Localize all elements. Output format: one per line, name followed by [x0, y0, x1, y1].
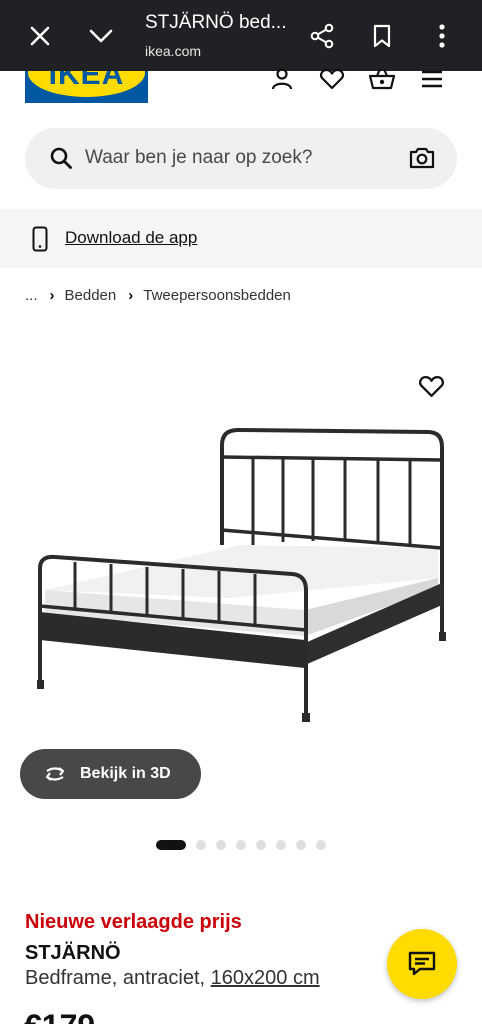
breadcrumb-ellipsis[interactable]: ...	[25, 287, 38, 304]
page-title: STJÄRNÖ bed...	[145, 12, 287, 33]
product-image[interactable]	[0, 330, 482, 750]
carousel-dot[interactable]	[156, 839, 186, 850]
breadcrumb-item-tweepersoonsbedden[interactable]: Tweepersoonsbedden	[143, 287, 291, 304]
carousel-indicator	[156, 839, 336, 850]
heart-icon[interactable]	[318, 66, 346, 92]
browser-toolbar: STJÄRNÖ bed... ikea.com	[0, 0, 482, 71]
app-download-banner: Download de app	[0, 209, 482, 268]
carousel-dot[interactable]	[196, 839, 206, 850]
price-label: Nieuwe verlaagde prijs	[25, 911, 242, 933]
shopping-basket-icon[interactable]	[367, 66, 397, 92]
chat-button[interactable]	[387, 929, 457, 999]
carousel-dot[interactable]	[256, 839, 266, 850]
product-price: €179	[24, 1010, 95, 1024]
breadcrumb: ... › Bedden › Tweepersoonsbedden	[25, 287, 291, 304]
page-url: ikea.com	[145, 43, 202, 59]
more-vert-icon[interactable]	[430, 21, 454, 51]
logo-text: IKEA	[48, 71, 125, 91]
download-app-link[interactable]: Download de app	[65, 228, 197, 248]
favorite-heart-icon[interactable]	[418, 374, 445, 404]
user-icon[interactable]	[268, 66, 296, 92]
breadcrumb-item-bedden[interactable]: Bedden	[65, 287, 117, 304]
product-name: STJÄRNÖ	[25, 942, 121, 964]
chevron-down-icon[interactable]	[86, 22, 116, 50]
chevron-right-icon: ›	[49, 287, 55, 304]
menu-icon[interactable]	[419, 66, 445, 92]
close-icon[interactable]	[26, 22, 54, 50]
ikea-logo[interactable]: IKEA	[25, 71, 148, 103]
search-icon	[49, 146, 73, 175]
product-description: Bedframe, antraciet, 160x200 cm	[25, 967, 320, 990]
chat-icon	[408, 951, 436, 976]
product-description-text: Bedframe, antraciet,	[25, 967, 211, 989]
carousel-dot[interactable]	[296, 839, 306, 850]
carousel-dot[interactable]	[236, 839, 246, 850]
camera-icon[interactable]	[409, 146, 435, 175]
share-icon[interactable]	[307, 21, 337, 51]
chevron-right-icon: ›	[128, 287, 134, 304]
carousel-dot[interactable]	[216, 839, 226, 850]
size-link[interactable]: 160x200 cm	[211, 967, 320, 989]
search-placeholder: Waar ben je naar op zoek?	[85, 147, 313, 168]
carousel-dot[interactable]	[276, 839, 286, 850]
view-3d-button[interactable]: Bekijk in 3D	[20, 749, 201, 799]
smartphone-icon	[32, 226, 48, 257]
carousel-dot[interactable]	[316, 839, 326, 850]
search-input[interactable]: Waar ben je naar op zoek?	[25, 128, 457, 189]
bookmark-icon[interactable]	[368, 21, 396, 51]
rotate-3d-icon	[42, 763, 68, 790]
view-3d-label: Bekijk in 3D	[80, 765, 171, 782]
